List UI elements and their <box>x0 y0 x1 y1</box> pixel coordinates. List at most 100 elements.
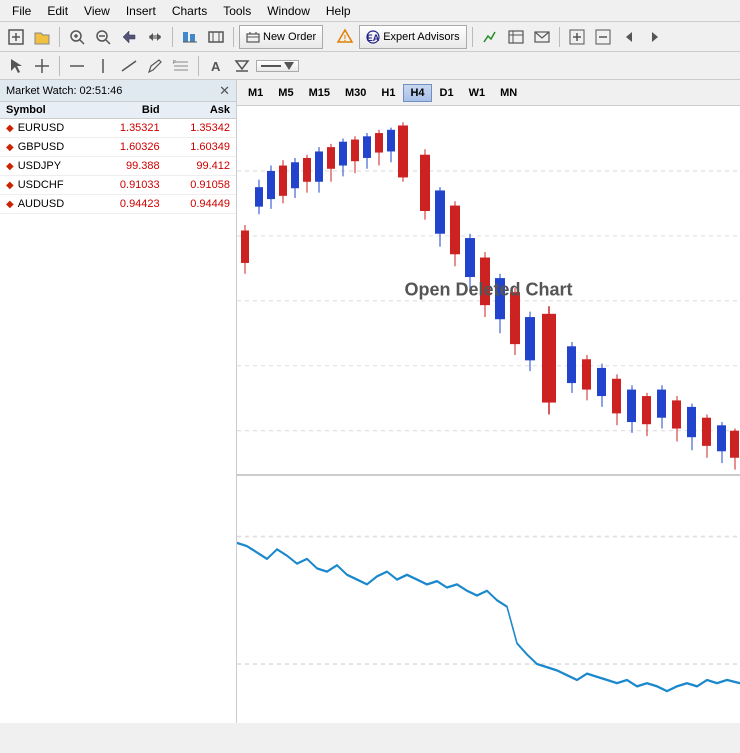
sep4 <box>472 27 473 47</box>
mw-symbol-name: GBPUSD <box>18 141 64 153</box>
mw-ask: 99.412 <box>166 157 236 176</box>
menu-insert[interactable]: Insert <box>118 2 164 20</box>
mw-symbol-name: USDCHF <box>18 179 64 191</box>
sep5 <box>559 27 560 47</box>
new-order-btn[interactable]: New Order <box>239 25 323 49</box>
mw-symbol: ◆ EURUSD <box>0 119 95 138</box>
mw-bid: 1.60326 <box>95 138 165 157</box>
open-btn[interactable] <box>30 25 54 49</box>
indicator-svg <box>237 476 740 723</box>
sep3 <box>233 27 234 47</box>
properties-btn[interactable] <box>204 25 228 49</box>
svg-text:F: F <box>173 60 176 66</box>
history-btn[interactable] <box>478 25 502 49</box>
text-tool-btn[interactable]: A <box>204 54 228 78</box>
indicator-chart[interactable] <box>237 476 740 723</box>
menu-charts[interactable]: Charts <box>164 2 215 20</box>
mw-ask: 1.35342 <box>166 119 236 138</box>
zoom-out2-btn[interactable] <box>591 25 615 49</box>
mw-symbol: ◆ AUDUSD <box>0 195 95 214</box>
mw-ask: 0.94449 <box>166 195 236 214</box>
new-order-label: New Order <box>263 31 316 43</box>
vline-btn[interactable] <box>91 54 115 78</box>
candle-mid-1 <box>420 149 430 219</box>
tf-m30[interactable]: M30 <box>338 84 373 102</box>
market-watch-row[interactable]: ◆ GBPUSD 1.60326 1.60349 <box>0 138 236 157</box>
mw-bid: 1.35321 <box>95 119 165 138</box>
tf-m15[interactable]: M15 <box>302 84 337 102</box>
col-symbol: Symbol <box>0 102 95 119</box>
market-watch-close[interactable]: ✕ <box>219 83 230 99</box>
market-watch-row[interactable]: ◆ USDCHF 0.91033 0.91058 <box>0 176 236 195</box>
alert-btn[interactable]: ! <box>333 25 357 49</box>
cursor-btn[interactable] <box>4 54 28 78</box>
arrow-right-btn[interactable] <box>643 25 667 49</box>
arrow-left-btn[interactable] <box>617 25 641 49</box>
zoom-in2-btn[interactable] <box>565 25 589 49</box>
market-watch-table: Symbol Bid Ask ◆ EURUSD 1.35321 1.35342 … <box>0 102 236 214</box>
drawing-style-dropdown[interactable] <box>256 60 299 72</box>
period-sep-btn[interactable] <box>178 25 202 49</box>
menu-edit[interactable]: Edit <box>39 2 76 20</box>
scroll-btn[interactable] <box>143 25 167 49</box>
main-toolbar: New Order ! EA Expert Advisors <box>0 22 740 52</box>
trendline-btn[interactable] <box>117 54 141 78</box>
mw-bid: 0.94423 <box>95 195 165 214</box>
mw-symbol: ◆ USDJPY <box>0 157 95 176</box>
tf-mn[interactable]: MN <box>493 84 524 102</box>
market-watch-row[interactable]: ◆ EURUSD 1.35321 1.35342 <box>0 119 236 138</box>
market-watch-panel: Market Watch: 02:51:46 ✕ Symbol Bid Ask … <box>0 80 237 723</box>
mw-ask: 1.60349 <box>166 138 236 157</box>
menu-help[interactable]: Help <box>318 2 359 20</box>
tf-h4[interactable]: H4 <box>403 84 431 102</box>
menu-bar: File Edit View Insert Charts Tools Windo… <box>0 0 740 22</box>
market-watch-title: Market Watch: 02:51:46 <box>6 85 122 97</box>
mail-btn[interactable] <box>530 25 554 49</box>
menu-file[interactable]: File <box>4 2 39 20</box>
tf-w1[interactable]: W1 <box>462 84 493 102</box>
sep2 <box>172 27 173 47</box>
svg-text:A: A <box>211 59 221 74</box>
tf-d1[interactable]: D1 <box>433 84 461 102</box>
candle-peak <box>398 122 408 182</box>
mw-symbol-name: AUDUSD <box>18 198 64 210</box>
menu-view[interactable]: View <box>76 2 118 20</box>
menu-window[interactable]: Window <box>259 2 318 20</box>
zoom-out-btn[interactable] <box>91 25 115 49</box>
hline-btn[interactable] <box>65 54 89 78</box>
new-chart-btn[interactable] <box>4 25 28 49</box>
drawing-toolbar: F A <box>0 52 740 80</box>
accounts-btn[interactable] <box>504 25 528 49</box>
sep6 <box>59 56 60 76</box>
expert-advisors-btn[interactable]: EA Expert Advisors <box>359 25 466 49</box>
sep1 <box>59 27 60 47</box>
drawing-dropdown-btn[interactable] <box>230 54 254 78</box>
col-bid: Bid <box>95 102 165 119</box>
svg-text:!: ! <box>344 34 347 43</box>
chart-area: M1 M5 M15 M30 H1 H4 D1 W1 MN <box>237 80 740 723</box>
sym-arrow-icon: ◆ <box>6 180 14 191</box>
sep7 <box>198 56 199 76</box>
tf-m5[interactable]: M5 <box>271 84 300 102</box>
candlestick-chart[interactable]: Open Deleted Chart <box>237 106 740 476</box>
timeframe-bar: M1 M5 M15 M30 H1 H4 D1 W1 MN <box>237 80 740 106</box>
mw-ask: 0.91058 <box>166 176 236 195</box>
nav-btn[interactable] <box>117 25 141 49</box>
mw-symbol-name: USDJPY <box>18 160 61 172</box>
tf-m1[interactable]: M1 <box>241 84 270 102</box>
market-watch-header: Market Watch: 02:51:46 ✕ <box>0 80 236 102</box>
svg-text:EA: EA <box>367 33 380 43</box>
sym-arrow-icon: ◆ <box>6 142 14 153</box>
mw-bid: 99.388 <box>95 157 165 176</box>
zoom-in-btn[interactable] <box>65 25 89 49</box>
menu-tools[interactable]: Tools <box>215 2 259 20</box>
tf-h1[interactable]: H1 <box>374 84 402 102</box>
col-ask: Ask <box>166 102 236 119</box>
market-watch-row[interactable]: ◆ AUDUSD 0.94423 0.94449 <box>0 195 236 214</box>
crosshair-btn[interactable] <box>30 54 54 78</box>
sym-arrow-icon: ◆ <box>6 161 14 172</box>
fibonacci-btn[interactable]: F <box>169 54 193 78</box>
pen-btn[interactable] <box>143 54 167 78</box>
market-watch-row[interactable]: ◆ USDJPY 99.388 99.412 <box>0 157 236 176</box>
mw-symbol: ◆ GBPUSD <box>0 138 95 157</box>
